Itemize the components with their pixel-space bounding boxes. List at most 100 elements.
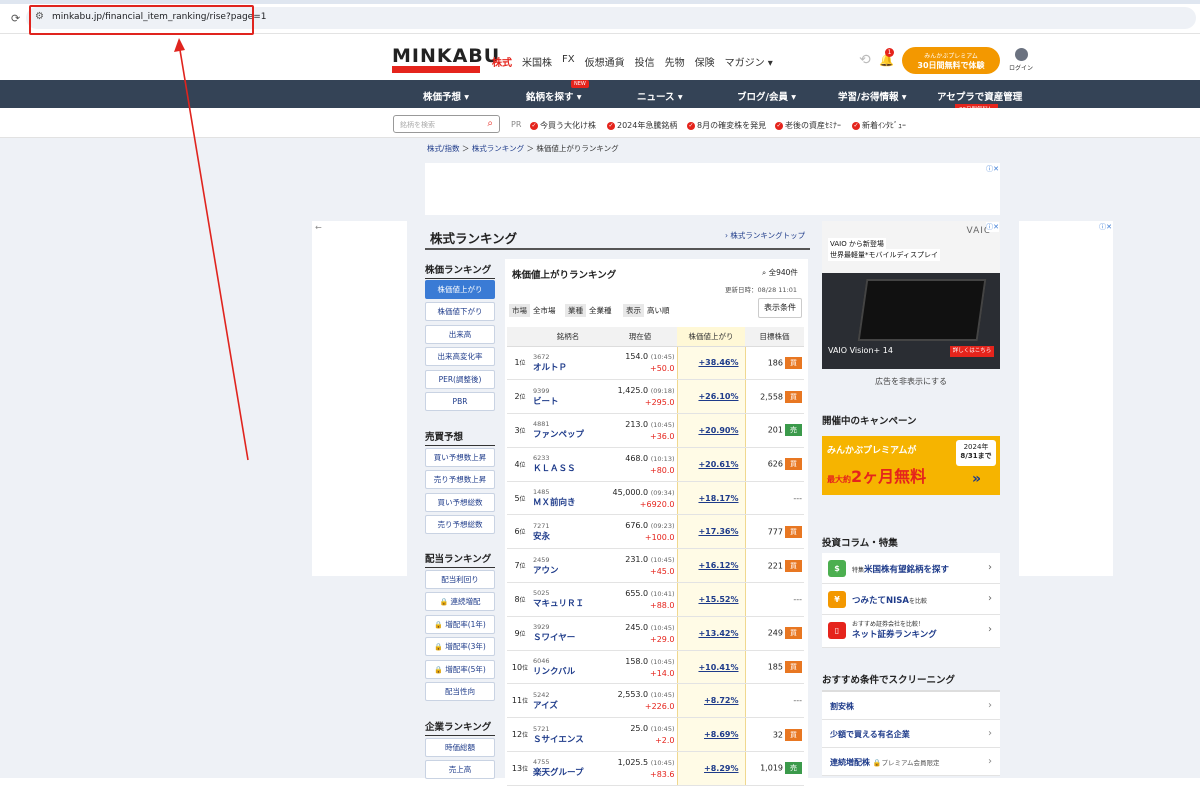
- stock-name-link[interactable]: マキュリＲＩ: [533, 597, 603, 609]
- side-pbr[interactable]: PBR: [425, 392, 495, 411]
- stock-name-link[interactable]: アイズ: [533, 699, 603, 711]
- rise-pct-link[interactable]: +8.29%: [676, 751, 746, 786]
- side-payout[interactable]: 配当性向: [425, 682, 495, 701]
- column-broker-ranking[interactable]: ▯ おすすめ証券会社を比較！ ネット証券ランキング ›: [822, 615, 1000, 648]
- top-nav-futures[interactable]: 先物: [665, 54, 685, 69]
- mainnav-news[interactable]: ニュース ▾: [637, 89, 683, 103]
- pr-link-3[interactable]: ✓ 8月の確変株を発見: [687, 120, 766, 131]
- rise-pct-link[interactable]: +20.90%: [676, 413, 746, 448]
- stock-cell[interactable]: 7271 安永: [533, 514, 603, 550]
- table-row[interactable]: 1位 3672 オルトＰ 154.0 (10:45) +50.0 +38.46% 186 買: [507, 346, 804, 381]
- side-per[interactable]: PER(調整後): [425, 370, 495, 389]
- side-buy-up[interactable]: 買い予想数上昇: [425, 448, 495, 467]
- stock-name-link[interactable]: Ｓワイヤー: [533, 631, 603, 643]
- rise-pct-link[interactable]: +20.61%: [676, 447, 746, 482]
- column-nisa[interactable]: ¥ つみたてNISAを比較 ›: [822, 584, 1000, 615]
- login-button[interactable]: ログイン: [1008, 48, 1034, 72]
- stock-cell[interactable]: 5721 Ｓサイエンス: [533, 717, 603, 753]
- stock-name-link[interactable]: ファンペップ: [533, 428, 603, 440]
- rise-pct-link[interactable]: +17.36%: [676, 514, 746, 550]
- mainnav-learning[interactable]: 学習/お得情報 ▾: [838, 89, 907, 103]
- ad-close-icon[interactable]: ⓘ✕: [986, 222, 999, 232]
- filter-order[interactable]: 表示 高い順: [623, 304, 670, 317]
- top-nav-fx[interactable]: FX: [562, 54, 575, 69]
- rise-pct-link[interactable]: +13.42%: [676, 616, 746, 651]
- hide-ads-link[interactable]: 広告を非表示にする: [822, 376, 1000, 387]
- table-row[interactable]: 4位 6233 ＫＬＡＳＳ 468.0 (10:13) +80.0 +20.61% 626 買: [507, 447, 804, 482]
- filter-market[interactable]: 市場 全市場: [509, 304, 556, 317]
- stock-cell[interactable]: 6233 ＫＬＡＳＳ: [533, 447, 603, 482]
- screen-famous[interactable]: 少額で買える有名企業 ›: [822, 720, 1000, 748]
- table-row[interactable]: 8位 5025 マキュリＲＩ 655.0 (10:41) +88.0 +15.52% ---: [507, 582, 804, 617]
- filter-industry[interactable]: 業種 全業種: [565, 304, 612, 317]
- left-ad[interactable]: ←: [312, 221, 407, 576]
- ad-close-icon[interactable]: ⓘ✕: [1099, 222, 1112, 232]
- minkabu-logo[interactable]: MINKABU: [392, 47, 499, 73]
- table-row[interactable]: 10位 6046 リンクバル 158.0 (10:45) +14.0 +10.41% 185…: [507, 650, 804, 685]
- side-increase-1y[interactable]: 🔒 増配率(1年): [425, 615, 495, 634]
- side-increase-5y[interactable]: 🔒 増配率(5年): [425, 660, 495, 679]
- stock-cell[interactable]: 2459 アウン: [533, 548, 603, 584]
- side-buy-total[interactable]: 買い予想総数: [425, 493, 495, 512]
- top-nav-insurance[interactable]: 保険: [695, 54, 715, 69]
- stock-cell[interactable]: 5242 アイズ: [533, 683, 603, 719]
- stock-name-link[interactable]: オルトＰ: [533, 361, 603, 373]
- search-icon[interactable]: ⌕: [487, 118, 493, 129]
- stock-cell[interactable]: 3929 Ｓワイヤー: [533, 616, 603, 651]
- side-sales[interactable]: 売上高: [425, 760, 495, 779]
- side-consecutive[interactable]: 🔒 連続増配: [425, 592, 495, 611]
- pr-link-4[interactable]: ✓ 老後の資産ｾﾐﾅｰ: [775, 120, 841, 131]
- display-conditions-button[interactable]: 表示条件: [758, 298, 802, 318]
- stock-cell[interactable]: 5025 マキュリＲＩ: [533, 582, 603, 617]
- stock-name-link[interactable]: ＫＬＡＳＳ: [533, 462, 603, 474]
- stock-search-input[interactable]: 銘柄を検索 ⌕: [393, 115, 500, 133]
- side-sell-up[interactable]: 売り予想数上昇: [425, 470, 495, 489]
- arrow-left-icon[interactable]: ←: [315, 223, 322, 232]
- top-nav-stocks[interactable]: 株式: [492, 54, 512, 69]
- stock-cell[interactable]: 4881 ファンペップ: [533, 413, 603, 448]
- ranking-top-link[interactable]: › 株式ランキングトップ: [725, 230, 805, 241]
- vaio-ad[interactable]: VAIO VAIO から新登場 世界最軽量*モバイルディスプレイ VAIO Vi…: [822, 221, 1000, 369]
- rise-pct-link[interactable]: +26.10%: [676, 379, 746, 415]
- stock-cell[interactable]: 1485 ＭＸ前向き: [533, 481, 603, 516]
- stock-name-link[interactable]: 楽天グループ: [533, 766, 603, 778]
- stock-cell[interactable]: 3672 オルトＰ: [533, 346, 603, 381]
- table-row[interactable]: 3位 4881 ファンペップ 213.0 (10:45) +36.0 +20.90% 201…: [507, 413, 804, 448]
- side-volume[interactable]: 出来高: [425, 325, 495, 344]
- side-fall[interactable]: 株価値下がり: [425, 302, 495, 321]
- table-row[interactable]: 5位 1485 ＭＸ前向き 45,000.0 (09:34) +6920.0 +18.17…: [507, 481, 804, 516]
- bell-icon[interactable]: 🔔 1: [879, 48, 894, 67]
- rise-pct-link[interactable]: +8.72%: [676, 683, 746, 719]
- side-dividend-yield[interactable]: 配当利回り: [425, 570, 495, 589]
- screen-cheap[interactable]: 割安株 ›: [822, 692, 1000, 720]
- rise-pct-link[interactable]: +15.52%: [676, 582, 746, 617]
- banner-ad[interactable]: ⓘ✕: [425, 163, 1000, 215]
- ad-details-button[interactable]: 詳しくはこちら: [950, 346, 994, 357]
- rise-pct-link[interactable]: +8.69%: [676, 717, 746, 753]
- table-row[interactable]: 6位 7271 安永 676.0 (09:23) +100.0 +17.36% 777 買: [507, 514, 804, 550]
- table-row[interactable]: 11位 5242 アイズ 2,553.0 (10:45) +226.0 +8.72% ---: [507, 683, 804, 719]
- breadcrumb-ranking[interactable]: 株式ランキング: [472, 144, 524, 153]
- side-rise[interactable]: 株価値上がり: [425, 280, 495, 299]
- ad-close-icon[interactable]: ⓘ✕: [986, 164, 999, 174]
- pr-link-5[interactable]: ✓ 新着ｲﾝﾀﾋﾞｭｰ: [852, 120, 906, 131]
- campaign-banner[interactable]: みんかぶプレミアムが 最大約2ヶ月無料 2024年 8/31まで »: [822, 436, 1000, 495]
- breadcrumb-stocks[interactable]: 株式/指数: [427, 144, 460, 153]
- rise-pct-link[interactable]: +38.46%: [676, 346, 746, 381]
- rise-pct-link[interactable]: +10.41%: [676, 650, 746, 685]
- rise-pct-link[interactable]: +16.12%: [676, 548, 746, 584]
- reload-icon[interactable]: ⟳: [11, 12, 20, 25]
- refresh-icon[interactable]: ⟲: [859, 52, 871, 68]
- mainnav-asset[interactable]: アセプラで資産管理: [937, 89, 1022, 103]
- top-nav-crypto[interactable]: 仮想通貨: [585, 54, 625, 69]
- column-us-stocks[interactable]: $ 特集米国株有望銘柄を探す ›: [822, 553, 1000, 584]
- stock-cell[interactable]: 6046 リンクバル: [533, 650, 603, 685]
- mainnav-blog[interactable]: ブログ/会員 ▾: [737, 89, 796, 103]
- table-row[interactable]: 13位 4755 楽天グループ 1,025.5 (10:45) +83.6 +8.29% 1…: [507, 751, 804, 786]
- side-sell-total[interactable]: 売り予想総数: [425, 515, 495, 534]
- side-increase-3y[interactable]: 🔒 増配率(3年): [425, 637, 495, 656]
- top-nav-us-stocks[interactable]: 米国株: [522, 54, 552, 69]
- stock-cell[interactable]: 9399 ビート: [533, 379, 603, 415]
- premium-trial-button[interactable]: みんかぶプレミアム 30日間無料で体験: [902, 47, 1000, 74]
- pr-link-1[interactable]: ✓ 今買う大化け株: [530, 120, 596, 131]
